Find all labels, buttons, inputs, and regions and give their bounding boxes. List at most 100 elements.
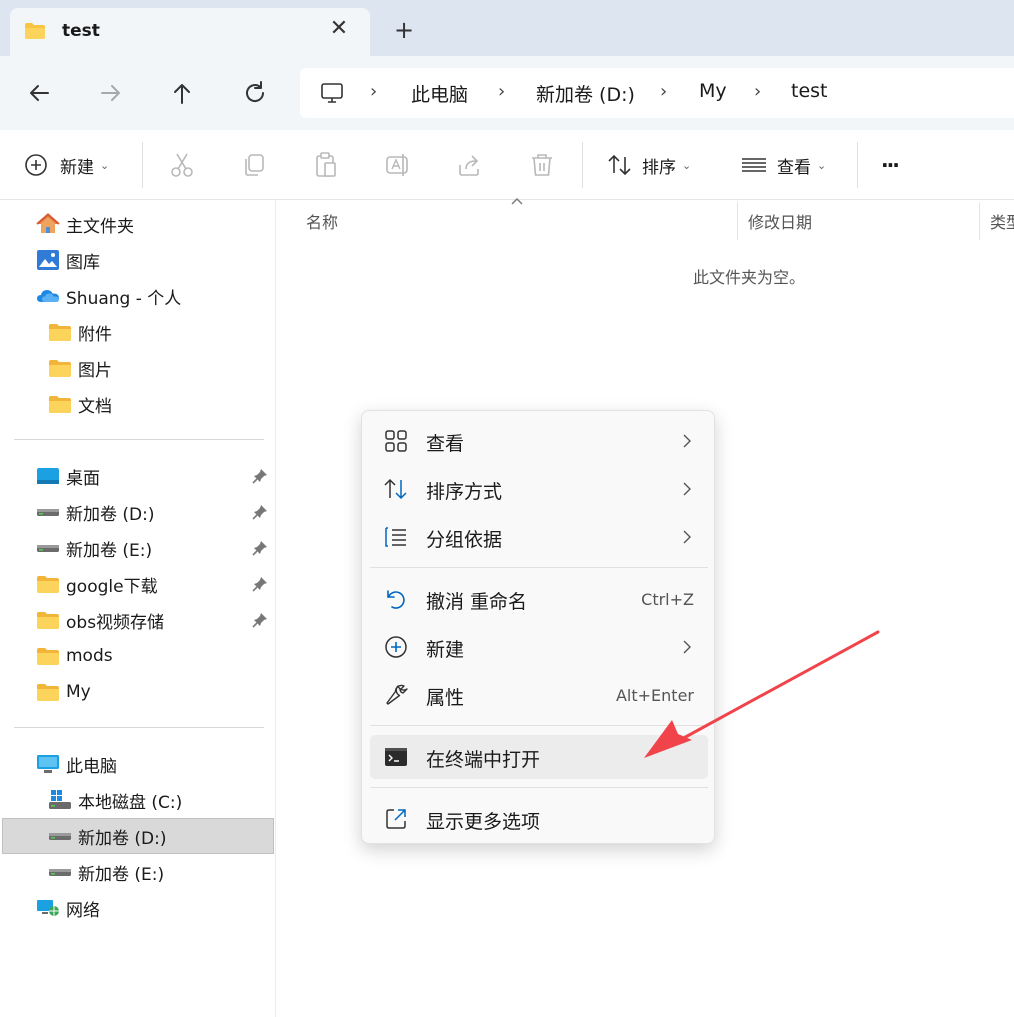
menu-item-sort-by[interactable]: 排序方式 (370, 467, 708, 511)
external-icon (386, 809, 406, 829)
chevron-down-icon: ⌄ (817, 158, 827, 172)
sidebar-item-attachments[interactable]: 附件 (48, 315, 112, 349)
sidebar-item-network[interactable]: 网络 (36, 891, 100, 925)
chevron-right-icon (683, 640, 691, 654)
breadcrumb-test[interactable]: test (791, 80, 828, 102)
cut-icon[interactable] (168, 151, 196, 179)
tab-close-button[interactable]: ✕ (328, 18, 350, 40)
toolbar-divider (857, 142, 858, 188)
sidebar-item-this-pc[interactable]: 此电脑 (36, 747, 117, 781)
sidebar-item-pictures[interactable]: 图片 (48, 351, 112, 385)
more-options-button[interactable]: ··· (881, 150, 900, 180)
sidebar-item-my[interactable]: My (36, 675, 91, 709)
computer-icon (37, 755, 59, 773)
back-arrow-icon[interactable] (24, 78, 54, 108)
up-arrow-icon[interactable] (167, 78, 197, 108)
tab-test[interactable]: test ✕ (10, 8, 370, 56)
sidebar-item-obs-videos[interactable]: obs视频存储 (36, 603, 164, 637)
column-header-name[interactable]: 名称 (306, 209, 338, 233)
copy-icon[interactable] (240, 151, 268, 179)
folder-icon (49, 324, 71, 341)
menu-item-label: 在终端中打开 (426, 749, 541, 771)
share-icon[interactable] (456, 151, 484, 179)
shortcut-text: Alt+Enter (615, 686, 694, 705)
breadcrumb-separator[interactable]: › (498, 81, 505, 102)
menu-item-undo-rename[interactable]: 撤消 重命名 Ctrl+Z (370, 577, 708, 621)
sidebar-item-drive-e-device[interactable]: 新加卷 (E:) (48, 855, 164, 889)
onedrive-icon (37, 290, 59, 302)
chevron-down-icon: ⌄ (682, 158, 692, 172)
sidebar-label: 本地磁盘 (C:) (78, 792, 183, 813)
sidebar-item-drive-d[interactable]: 新加卷 (D:) (36, 495, 155, 529)
new-button[interactable]: 新建 ⌄ (24, 150, 109, 180)
navigation-bar: › 此电脑 › 新加卷 (D:) › My › test (0, 56, 1014, 130)
toolbar-divider (582, 142, 583, 188)
menu-item-open-in-terminal[interactable]: 在终端中打开 (370, 735, 708, 779)
menu-item-group-by[interactable]: 分组依据 (370, 515, 708, 559)
paste-icon[interactable] (312, 151, 340, 179)
menu-item-new[interactable]: 新建 (370, 625, 708, 669)
address-bar[interactable]: › 此电脑 › 新加卷 (D:) › My › test (300, 68, 1014, 118)
sidebar-item-drive-d-selected[interactable]: 新加卷 (D:) (48, 819, 167, 853)
pin-icon[interactable] (252, 540, 268, 556)
sidebar-item-onedrive[interactable]: Shuang - 个人 (36, 279, 181, 313)
folder-icon (37, 684, 59, 701)
navigation-pane: 主文件夹 图库 Shuang - 个人 附件 图片 文档 桌面 新加卷 (D:)… (0, 200, 276, 1017)
sidebar-label: 新加卷 (E:) (66, 540, 153, 561)
home-icon (36, 213, 60, 233)
folder-icon (49, 396, 71, 413)
breadcrumb-this-pc[interactable]: 此电脑 (411, 80, 468, 107)
sort-ascending-icon (511, 198, 523, 205)
sidebar-label: 图库 (66, 252, 100, 273)
pin-icon[interactable] (252, 468, 268, 484)
sort-button[interactable]: 排序 ⌄ (606, 150, 691, 180)
sidebar-item-local-disk-c[interactable]: 本地磁盘 (C:) (48, 783, 182, 817)
chevron-right-icon (683, 434, 691, 448)
breadcrumb-separator[interactable]: › (370, 81, 377, 102)
sidebar-label: 新加卷 (D:) (66, 504, 155, 525)
sidebar-label: 网络 (66, 900, 100, 921)
pin-icon[interactable] (252, 612, 268, 628)
sidebar-label: 文档 (78, 396, 112, 417)
menu-item-show-more-options[interactable]: 显示更多选项 (370, 797, 708, 841)
delete-icon[interactable] (528, 151, 556, 179)
sort-icon (608, 154, 631, 176)
new-label: 新建 (60, 157, 94, 178)
undo-icon (387, 590, 405, 609)
sidebar-item-gallery[interactable]: 图库 (36, 243, 100, 277)
sidebar-item-google-downloads[interactable]: google下载 (36, 567, 158, 601)
sidebar-item-documents[interactable]: 文档 (48, 387, 112, 421)
refresh-icon[interactable] (240, 78, 270, 108)
sidebar-item-drive-e[interactable]: 新加卷 (E:) (36, 531, 152, 565)
forward-arrow-icon[interactable] (96, 78, 126, 108)
column-separator[interactable] (737, 202, 738, 240)
new-tab-button[interactable]: + (392, 18, 416, 42)
breadcrumb-separator[interactable]: › (754, 81, 761, 102)
empty-folder-message: 此文件夹为空。 (693, 268, 806, 287)
sidebar-item-mods[interactable]: mods (36, 639, 113, 673)
column-header-date[interactable]: 修改日期 (748, 209, 812, 233)
gallery-icon (37, 250, 59, 270)
menu-item-label: 显示更多选项 (426, 811, 541, 833)
sidebar-divider (14, 727, 264, 728)
rename-icon[interactable] (384, 151, 412, 179)
pin-icon[interactable] (252, 576, 268, 592)
chevron-right-icon (683, 530, 691, 544)
computer-icon (321, 83, 343, 103)
menu-item-label: 新建 (426, 639, 465, 661)
column-separator[interactable] (979, 202, 980, 240)
view-button[interactable]: 查看 ⌄ (740, 150, 826, 180)
menu-item-view[interactable]: 查看 (370, 419, 708, 463)
pin-icon[interactable] (252, 504, 268, 520)
breadcrumb-separator[interactable]: › (660, 81, 667, 102)
windows-drive-icon (49, 790, 71, 809)
sort-label: 排序 (642, 157, 676, 178)
breadcrumb-drive-d[interactable]: 新加卷 (D:) (536, 80, 635, 107)
sidebar-item-desktop[interactable]: 桌面 (36, 459, 100, 493)
menu-item-properties[interactable]: 属性 Alt+Enter (370, 673, 708, 717)
breadcrumb-my[interactable]: My (699, 80, 727, 102)
menu-divider (370, 787, 708, 788)
sidebar-item-home[interactable]: 主文件夹 (36, 207, 134, 241)
column-header-type[interactable]: 类型 (990, 209, 1014, 233)
desktop-icon (37, 468, 59, 484)
